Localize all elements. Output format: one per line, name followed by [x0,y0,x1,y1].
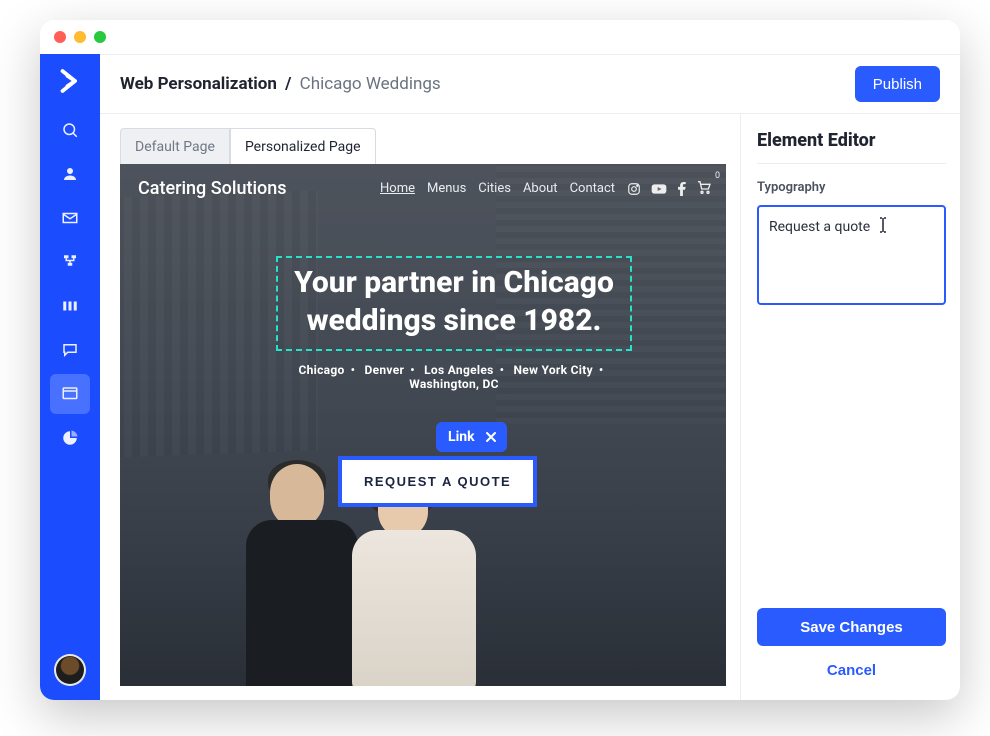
site-icon [61,385,79,403]
left-sidebar [40,54,100,700]
publish-button[interactable]: Publish [855,66,940,102]
app-logo-icon [55,66,85,96]
tab-default-page[interactable]: Default Page [120,128,230,164]
tab-personalized-page[interactable]: Personalized Page [230,128,376,164]
headline-line-2: weddings since 1982. [294,302,614,340]
nav-menus[interactable]: Menus [427,181,466,196]
deals-icon [61,297,79,315]
breadcrumb: Web Personalization / Chicago Weddings [120,74,441,94]
nav-about[interactable]: About [523,181,558,196]
instagram-icon[interactable] [627,182,641,196]
page-preview: Catering Solutions Home Menus Cities Abo… [120,164,726,686]
window-zoom-dot[interactable] [94,31,106,43]
sidebar-item-chat[interactable] [50,330,90,370]
sidebar-item-automation[interactable] [50,242,90,282]
facebook-icon[interactable] [677,182,686,196]
close-icon[interactable] [483,429,499,445]
typography-input[interactable]: Request a quote [757,205,946,305]
top-bar: Web Personalization / Chicago Weddings P… [100,54,960,114]
save-changes-button[interactable]: Save Changes [757,608,946,646]
site-brand: Catering Solutions [138,178,287,199]
cities-list: Chicago• Denver• Los Angeles• New York C… [214,363,694,391]
cart-count: 0 [715,171,720,181]
element-toolbar: Link [436,422,507,452]
window-titlebar [40,20,960,54]
inspector-title: Element Editor [757,130,946,164]
cta-request-quote-button[interactable]: REQUEST A QUOTE [338,456,537,507]
sidebar-item-email[interactable] [50,198,90,238]
sidebar-item-contacts[interactable] [50,154,90,194]
typography-label: Typography [757,180,946,195]
text-cursor-icon [878,217,888,237]
contact-icon [61,165,79,183]
cancel-button[interactable]: Cancel [757,656,946,684]
email-icon [61,209,79,227]
breadcrumb-page: Chicago Weddings [300,74,441,94]
nav-contact[interactable]: Contact [570,181,615,196]
element-toolbar-link-label[interactable]: Link [448,429,475,445]
window-close-dot[interactable] [54,31,66,43]
chat-icon [61,341,79,359]
page-tabs: Default Page Personalized Page [120,128,726,164]
nav-home[interactable]: Home [380,181,415,196]
breadcrumb-section: Web Personalization [120,74,277,94]
search-icon [61,121,79,139]
element-editor-panel: Element Editor Typography Request a quot… [740,114,960,700]
automation-icon [61,253,79,271]
app-window: Web Personalization / Chicago Weddings P… [40,20,960,700]
selected-headline-element[interactable]: Your partner in Chicago weddings since 1… [276,256,632,351]
sidebar-item-search[interactable] [50,110,90,150]
nav-cities[interactable]: Cities [478,181,511,196]
sidebar-item-site[interactable] [50,374,90,414]
youtube-icon[interactable] [651,183,667,195]
sidebar-item-reports[interactable] [50,418,90,458]
reports-icon [61,429,79,447]
headline-line-1: Your partner in Chicago [294,264,614,302]
user-avatar[interactable] [54,654,86,686]
cart-icon[interactable]: 0 [696,179,712,199]
sidebar-item-deals[interactable] [50,286,90,326]
window-minimize-dot[interactable] [74,31,86,43]
